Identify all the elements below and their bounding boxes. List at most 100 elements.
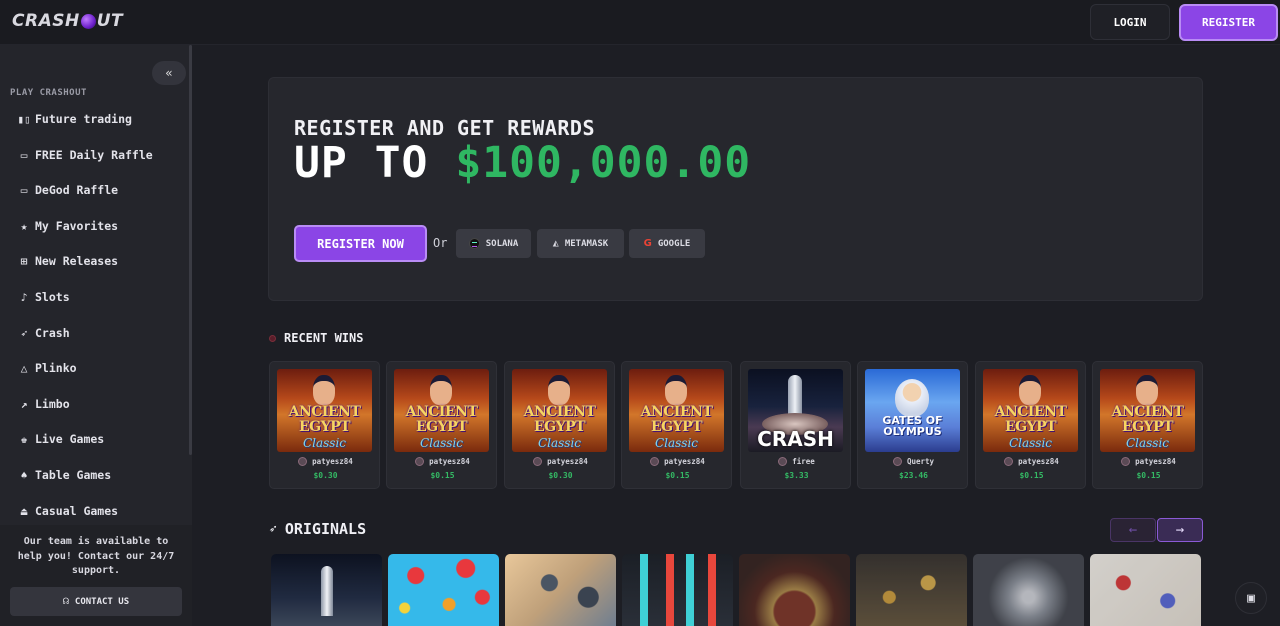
- metamask-login-button[interactable]: ◭ METAMASK: [537, 229, 624, 258]
- recent-win-card[interactable]: ANCIENT EGYPT Classic patyesz84 $0.15: [621, 361, 732, 489]
- sidebar-item-label: Live Games: [35, 432, 105, 446]
- avatar: [533, 457, 543, 466]
- original-game-mines[interactable]: [505, 554, 616, 626]
- original-game-wheel[interactable]: [739, 554, 850, 626]
- win-amount: $3.33: [784, 471, 809, 480]
- original-game-crash[interactable]: [271, 554, 382, 626]
- google-icon: G: [643, 238, 652, 249]
- register-button[interactable]: REGISTER: [1179, 4, 1278, 41]
- win-amount: $0.15: [1019, 471, 1044, 480]
- joystick-icon: ⏏: [20, 504, 28, 518]
- game-thumbnail-ancient-egypt: ANCIENT EGYPT Classic: [277, 369, 372, 452]
- sidebar-item-casual-games[interactable]: ⏏ Casual Games: [17, 501, 118, 521]
- sidebar-heading: PLAY CRASHOUT: [10, 88, 87, 98]
- win-user: patyesz84: [270, 457, 381, 466]
- sidebar-item-label: FREE Daily Raffle: [35, 148, 153, 162]
- win-amount: $23.46: [899, 471, 928, 480]
- recent-win-card[interactable]: CRASH firee $3.33: [740, 361, 851, 489]
- logo[interactable]: CRASH UT: [12, 11, 123, 31]
- candlestick-icon: ▮▯: [17, 112, 31, 126]
- solana-icon: [468, 238, 480, 249]
- logo-text-a: CRASH: [12, 11, 80, 31]
- sidebar-item-future-trading[interactable]: ▮▯ Future trading: [17, 109, 132, 129]
- recent-win-card[interactable]: GATES OF OLYMPUS Querty $23.46: [857, 361, 968, 489]
- sidebar-item-label: New Releases: [35, 254, 119, 268]
- google-login-button[interactable]: G GOOGLE: [629, 229, 705, 258]
- metamask-icon: ◭: [552, 238, 559, 249]
- game-thumbnail-ancient-egypt: ANCIENT EGYPT Classic: [983, 369, 1078, 452]
- win-amount: $0.15: [665, 471, 690, 480]
- original-game-plinko[interactable]: [388, 554, 499, 626]
- original-game-diamonds[interactable]: [973, 554, 1084, 626]
- recent-win-card[interactable]: ANCIENT EGYPT Classic patyesz84 $0.15: [1092, 361, 1203, 489]
- win-user: patyesz84: [505, 457, 616, 466]
- original-game-dice[interactable]: [1090, 554, 1201, 626]
- sidebar-item-label: My Favorites: [35, 219, 119, 233]
- originals-next-button[interactable]: →: [1157, 518, 1203, 542]
- cherry-icon: ♪: [20, 290, 28, 304]
- sidebar-item-label: Slots: [35, 290, 70, 304]
- hero-amount: $100,000.00: [455, 138, 752, 188]
- recent-win-card[interactable]: ANCIENT EGYPT Classic patyesz84 $0.15: [975, 361, 1086, 489]
- collapse-sidebar-button[interactable]: «: [152, 61, 186, 85]
- game-thumbnail-ancient-egypt: ANCIENT EGYPT Classic: [512, 369, 607, 452]
- rocket-icon: ➶: [269, 521, 277, 537]
- sidebar-scrollbar[interactable]: [189, 45, 192, 455]
- sidebar-item-degod-raffle[interactable]: ▭ DeGod Raffle: [17, 180, 118, 200]
- contact-us-button[interactable]: ☊ CONTACT US: [10, 587, 182, 616]
- recent-win-card[interactable]: ANCIENT EGYPT Classic patyesz84 $0.30: [269, 361, 380, 489]
- game-thumbnail-gates-of-olympus: GATES OF OLYMPUS: [865, 369, 960, 452]
- cards-icon: ♠: [20, 468, 28, 482]
- sidebar-item-crash[interactable]: ➶ Crash: [17, 323, 70, 343]
- triangle-icon: △: [20, 361, 28, 375]
- avatar: [778, 457, 788, 466]
- hero-subtitle: REGISTER AND GET REWARDS: [294, 116, 595, 140]
- avatar: [650, 457, 660, 466]
- sidebar-item-label: Table Games: [35, 468, 112, 482]
- sidebar-item-new-releases[interactable]: ⊞ New Releases: [17, 251, 118, 271]
- win-user: patyesz84: [1093, 457, 1204, 466]
- sidebar-item-free-daily-raffle[interactable]: ▭ FREE Daily Raffle: [17, 145, 153, 165]
- originals-prev-button[interactable]: ←: [1110, 518, 1156, 542]
- gift-icon: ⊞: [20, 254, 28, 268]
- win-user: patyesz84: [622, 457, 733, 466]
- chat-icon: ▣: [1247, 590, 1255, 606]
- avatar: [415, 457, 425, 466]
- or-text: Or: [433, 236, 448, 250]
- login-button[interactable]: LOGIN: [1090, 4, 1170, 40]
- originals-heading: ➶ ORIGINALS: [269, 520, 366, 538]
- avatar: [1004, 457, 1014, 466]
- sidebar-item-slots[interactable]: ♪ Slots: [17, 287, 70, 307]
- sidebar-item-limbo[interactable]: ↗ Limbo: [17, 394, 70, 414]
- wallet-label: METAMASK: [564, 238, 609, 249]
- top-bar: CRASH UT LOGIN REGISTER: [0, 0, 1280, 45]
- recent-win-card[interactable]: ANCIENT EGYPT Classic patyesz84 $0.15: [386, 361, 497, 489]
- game-thumbnail-ancient-egypt: ANCIENT EGYPT Classic: [1100, 369, 1195, 452]
- sidebar-item-live-games[interactable]: ♚ Live Games: [17, 429, 105, 449]
- support-text: Our team is available to help you! Conta…: [17, 536, 175, 576]
- sidebar-item-label: Limbo: [35, 397, 70, 411]
- line-chart-icon: ↗: [20, 397, 28, 411]
- hero-banner: REGISTER AND GET REWARDS UP TO $100,000.…: [268, 77, 1203, 301]
- original-game-coins[interactable]: [856, 554, 967, 626]
- original-game-trading[interactable]: [622, 554, 733, 626]
- sidebar-item-table-games[interactable]: ♠ Table Games: [17, 465, 111, 485]
- recent-wins-title: RECENT WINS: [284, 331, 364, 345]
- recent-wins-heading: RECENT WINS: [269, 331, 363, 345]
- solana-login-button[interactable]: SOLANA: [456, 229, 531, 258]
- sidebar-item-label: Casual Games: [35, 504, 119, 518]
- sidebar-item-my-favorites[interactable]: ★ My Favorites: [17, 216, 118, 236]
- game-thumbnail-crash: CRASH: [748, 369, 843, 452]
- register-now-button[interactable]: REGISTER NOW: [294, 225, 427, 262]
- sidebar-item-label: Future trading: [35, 112, 132, 126]
- win-amount: $0.30: [548, 471, 573, 480]
- win-amount: $0.30: [313, 471, 338, 480]
- recent-win-card[interactable]: ANCIENT EGYPT Classic patyesz84 $0.30: [504, 361, 615, 489]
- hero-headline: UP TO $100,000.00: [294, 138, 751, 188]
- sidebar-item-plinko[interactable]: △ Plinko: [17, 358, 77, 378]
- win-user: patyesz84: [976, 457, 1087, 466]
- game-thumbnail-ancient-egypt: ANCIENT EGYPT Classic: [394, 369, 489, 452]
- chat-button[interactable]: ▣: [1235, 582, 1267, 614]
- chess-king-icon: ♚: [20, 432, 28, 446]
- star-icon: ★: [20, 219, 28, 233]
